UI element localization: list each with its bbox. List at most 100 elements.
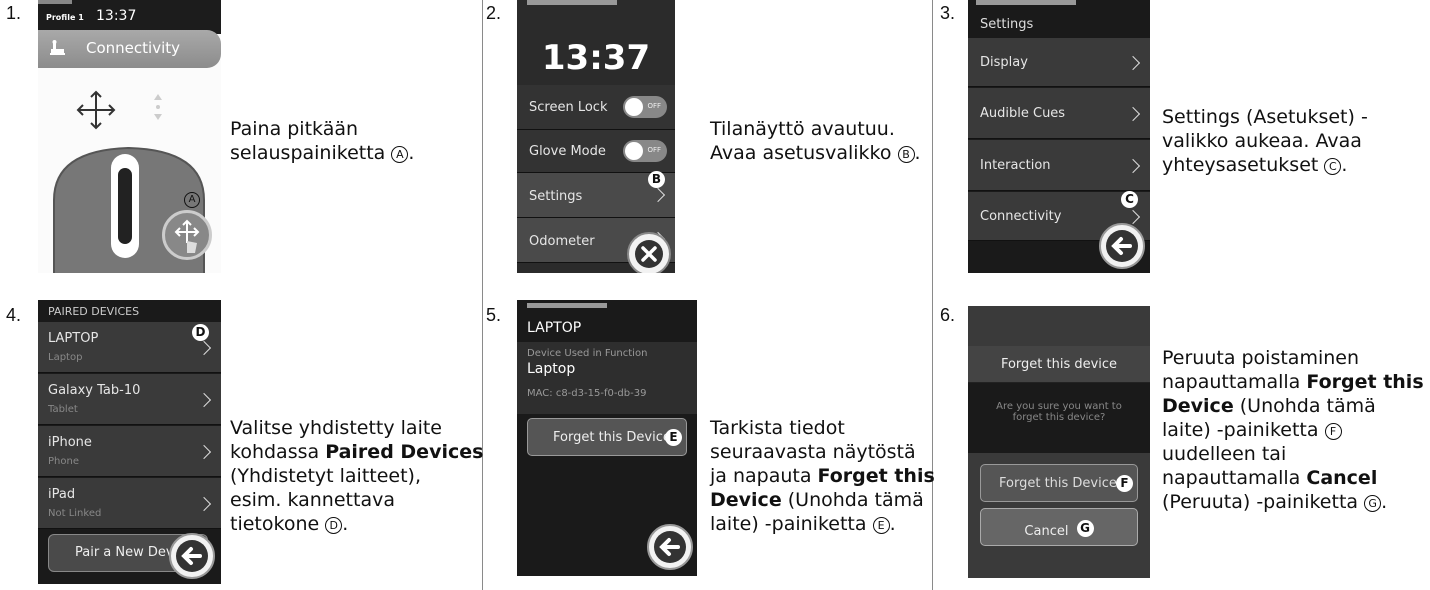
step6-line2-text: napauttamalla [1162, 371, 1307, 393]
device-name: iPhone [48, 435, 92, 450]
step6-line2: napauttamalla Forget this [1162, 370, 1424, 394]
step6-line5: uudelleen tai [1162, 443, 1287, 465]
marker-d-ref: D [325, 517, 343, 534]
device-used-label: Device Used in Function [527, 348, 648, 359]
paired-devices-title: PAIRED DEVICES [48, 305, 140, 318]
display-row[interactable]: Display [968, 38, 1150, 87]
step1-line2-text: selauspainiketta [230, 142, 386, 164]
close-icon [635, 240, 663, 268]
step5-line4: Device (Unohda tämä [710, 488, 935, 512]
chevron-right-icon [1125, 209, 1141, 225]
marker-e: E [665, 429, 682, 446]
profile-label: Profile 1 [46, 13, 84, 22]
forget-device-button[interactable]: Forget this Device E [527, 418, 687, 456]
dialog-body: Are you sure you want to forget this dev… [968, 383, 1150, 453]
cancel-button[interactable]: Cancel G [980, 508, 1138, 546]
marker-a: A [184, 192, 200, 208]
settings-title: Settings [980, 17, 1034, 32]
device-name: iPad [48, 487, 76, 502]
step5-line4-bold: Device [710, 489, 782, 511]
device-row-galaxy[interactable]: Galaxy Tab-10 Tablet [38, 374, 221, 425]
step4-line2-bold: Paired Devices [325, 441, 484, 463]
status-bar: Profile 1 13:37 [38, 0, 221, 34]
step1-description: Paina pitkään selauspainiketta A. [230, 117, 414, 165]
step6-line2-bold: Forget this [1306, 371, 1424, 393]
glove-mode-toggle[interactable]: OFF [623, 140, 667, 162]
close-button[interactable] [627, 232, 671, 273]
audible-cues-row[interactable]: Audible Cues [968, 88, 1150, 139]
device-row-ipad[interactable]: iPad Not Linked [38, 478, 221, 529]
chevron-right-icon [196, 444, 212, 460]
step2-line2: Avaa asetusvalikko B. [710, 142, 921, 164]
marker-c: C [1121, 191, 1138, 208]
step6-line1: Peruuta poistaminen [1162, 347, 1360, 369]
step1-line1: Paina pitkään [230, 118, 359, 140]
step3-line3: yhteysasetukset C. [1162, 154, 1348, 176]
step5-line4-text: (Unohda tämä [781, 489, 924, 511]
device-type: Laptop [48, 352, 83, 363]
step6-line6-text: napauttamalla [1162, 467, 1307, 489]
dialog-title: Forget this device [1000, 357, 1118, 372]
step-number-2: 2. [486, 3, 502, 23]
step5-line5: laite) -painiketta E. [710, 513, 896, 535]
step4-line1: Valitse yhdistetty laite [230, 417, 442, 439]
step4-line2: kohdassa Paired Devices [230, 440, 483, 464]
step3-description: Settings (Asetukset) - valikko aukeaa. A… [1162, 105, 1368, 177]
marker-g: G [1076, 520, 1094, 537]
step5-line2: seuraavasta näytöstä [710, 441, 916, 463]
device-used-value: Laptop [527, 361, 576, 377]
marker-e-ref: E [872, 517, 890, 534]
marker-c-ref: C [1324, 158, 1342, 175]
dialog-header: Forget this device [968, 346, 1150, 383]
marker-d: D [192, 324, 209, 341]
status-bar-tab [38, 0, 72, 4]
audible-cues-label: Audible Cues [980, 106, 1066, 121]
forget-button-label: Forget this Device [553, 430, 671, 445]
step6-line7-text: (Peruuta) -painiketta [1162, 491, 1359, 513]
connectivity-header[interactable]: Connectivity [38, 30, 221, 68]
back-button[interactable] [647, 524, 693, 570]
move-arrows-icon [74, 88, 118, 136]
dialog-question-line2: forget this device? [1012, 412, 1106, 423]
pair-button-label: Pair a New Devi [75, 545, 178, 560]
chevron-right-icon [196, 340, 212, 356]
step5-line5-text: laite) -painiketta [710, 513, 867, 535]
back-arrow-icon [654, 531, 686, 563]
dialog-question-line1: Are you sure you want to [996, 401, 1122, 412]
cancel-button-label: Cancel [1024, 524, 1069, 539]
step6-line4-text: laite) -painiketta [1162, 419, 1319, 441]
clock: 13:37 [96, 8, 137, 24]
step3-screen: Settings Display Audible Cues Interactio… [968, 0, 1150, 273]
device-type: Phone [48, 456, 79, 467]
seat-icon [48, 40, 68, 62]
step4-screen: PAIRED DEVICES LAPTOP Laptop D Galaxy Ta… [38, 300, 221, 584]
big-clock: 13:37 [541, 38, 651, 78]
step2-description: Tilanäyttö avautuu. Avaa asetusvalikko B… [710, 117, 921, 165]
step3-line1: Settings (Asetukset) - [1162, 106, 1368, 128]
back-button[interactable] [169, 533, 215, 579]
back-button[interactable] [1099, 223, 1145, 269]
laptop-title: LAPTOP [527, 320, 582, 336]
status-bar-tab [527, 0, 617, 5]
toggle-off-label: OFF [647, 102, 661, 110]
settings-label: Settings [529, 189, 583, 204]
forget-device-button[interactable]: Forget this Device F [980, 464, 1138, 502]
chevron-right-icon [1125, 106, 1141, 122]
marker-b-ref: B [897, 146, 915, 163]
interaction-row[interactable]: Interaction [968, 140, 1150, 191]
settings-row[interactable]: Settings B [517, 171, 675, 218]
back-arrow-icon [176, 540, 208, 572]
device-row-laptop[interactable]: LAPTOP Laptop D [38, 322, 221, 373]
step6-screen: Forget this device Are you sure you want… [968, 306, 1150, 578]
screen-lock-toggle[interactable]: OFF [623, 96, 667, 118]
step1-screen: Profile 1 13:37 Connectivity A [38, 0, 221, 273]
screen-lock-row[interactable]: Screen Lock OFF [517, 85, 675, 130]
scroll-button[interactable] [162, 210, 212, 260]
chevron-right-icon [650, 187, 666, 203]
step-number-3: 3. [940, 3, 956, 23]
glove-mode-row[interactable]: Glove Mode OFF [517, 130, 675, 173]
step6-line3: Device (Unohda tämä [1162, 394, 1424, 418]
step1-line2: selauspainiketta A. [230, 142, 415, 164]
forget-button-label: Forget this Device [999, 476, 1117, 491]
device-row-iphone[interactable]: iPhone Phone [38, 426, 221, 477]
